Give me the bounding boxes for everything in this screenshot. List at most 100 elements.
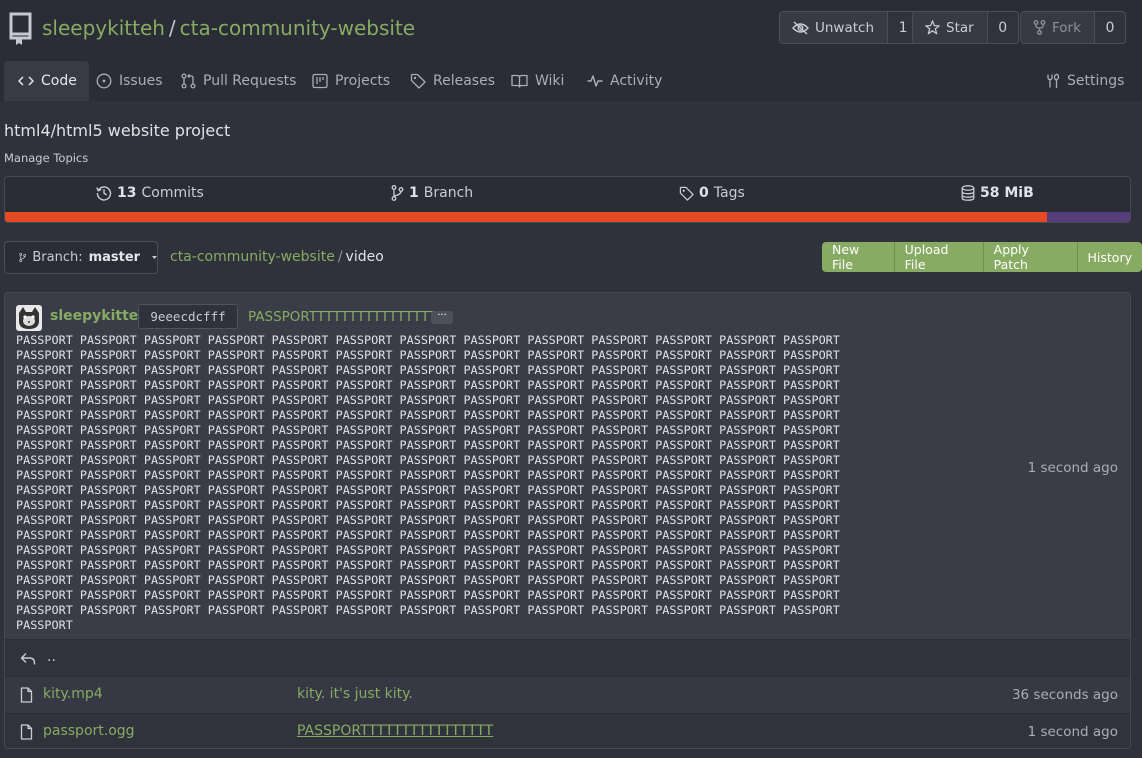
unwatch-button[interactable]: Unwatch	[780, 12, 889, 43]
fork-button[interactable]: Fork	[1021, 12, 1095, 43]
branch-selector[interactable]: Branch: master	[4, 241, 158, 274]
unwatch-label: Unwatch	[815, 19, 875, 36]
tab-activity[interactable]: Activity	[587, 61, 662, 101]
tab-issues-label: Issues	[119, 73, 163, 89]
language-segment	[1046, 212, 1130, 222]
tab-wiki-label: Wiki	[535, 73, 565, 89]
fork-label: Fork	[1052, 19, 1081, 36]
unwatch-group: Unwatch 1	[779, 11, 920, 44]
caret-down-icon	[152, 255, 157, 260]
tag-icon	[410, 73, 426, 89]
file-icon	[20, 724, 33, 740]
branch-prefix: Branch:	[32, 250, 83, 265]
book-icon	[511, 74, 528, 88]
issue-icon	[96, 73, 112, 89]
tags-stat[interactable]: 0 Tags	[679, 185, 745, 201]
tags-count: 0	[699, 185, 709, 201]
star-group: Star 0	[912, 11, 1019, 44]
tab-releases[interactable]: Releases	[410, 61, 495, 101]
avatar[interactable]	[16, 305, 42, 331]
history-icon	[96, 186, 112, 201]
pulse-icon	[587, 75, 603, 87]
file-commit-time: 36 seconds ago	[1011, 687, 1118, 703]
breadcrumb: cta-community-website / video	[170, 249, 384, 265]
star-button[interactable]: Star	[913, 12, 988, 43]
commit-author[interactable]: sleepykitteh	[50, 308, 148, 324]
tools-icon	[1047, 73, 1060, 88]
repo-title-separator: /	[168, 16, 176, 40]
pull-request-icon	[181, 73, 196, 89]
eye-slash-icon	[792, 20, 809, 35]
star-label: Star	[946, 19, 974, 36]
table-row: passport.ogg PASSPORTTTTTTTTTTTTTTTT 1 s…	[5, 713, 1130, 748]
commit-title[interactable]: PASSPORTTTTTTTTTTTTTTTT	[248, 309, 437, 325]
commits-label: Commits	[141, 185, 204, 201]
file-actions: New File Upload File Apply Patch History	[822, 242, 1142, 272]
branch-icon	[19, 253, 27, 262]
tags-label: Tags	[713, 185, 745, 201]
tab-settings-label: Settings	[1067, 73, 1125, 89]
commits-stat[interactable]: 13 Commits	[96, 185, 204, 201]
repo-title: sleepykitteh / cta-community-website	[42, 14, 415, 42]
stars-count[interactable]: 0	[987, 12, 1018, 43]
language-bar[interactable]	[5, 212, 1130, 222]
tab-pull-requests[interactable]: Pull Requests	[181, 61, 296, 101]
fork-group: Fork 0	[1020, 11, 1126, 44]
tab-code-label: Code	[41, 73, 77, 89]
tab-wiki[interactable]: Wiki	[511, 61, 564, 101]
commit-time: 1 second ago	[1027, 460, 1118, 476]
upload-file-button[interactable]: Upload File	[895, 242, 984, 272]
tab-projects-label: Projects	[335, 73, 391, 89]
file-icon	[20, 687, 33, 703]
size-stat: 58 MiB	[961, 185, 1034, 201]
forks-count[interactable]: 0	[1094, 12, 1125, 43]
tab-issues[interactable]: Issues	[96, 61, 163, 101]
repo-tabs: Code Issues Pull Requests Projects Relea…	[0, 61, 1142, 101]
manage-topics-link[interactable]: Manage Topics	[4, 151, 88, 165]
file-name-link[interactable]: kity.mp4	[43, 686, 103, 702]
project-board-icon	[312, 73, 328, 89]
parent-dir-link[interactable]: ..	[47, 649, 56, 665]
breadcrumb-current: video	[345, 249, 384, 265]
star-icon	[925, 20, 940, 35]
file-commit-message[interactable]: PASSPORTTTTTTTTTTTTTTTT	[297, 723, 493, 739]
history-button[interactable]: History	[1078, 242, 1142, 272]
tab-projects[interactable]: Projects	[312, 61, 390, 101]
apply-patch-button[interactable]: Apply Patch	[984, 242, 1078, 272]
repo-icon	[9, 12, 32, 45]
code-icon	[18, 76, 34, 86]
branches-count: 1	[409, 185, 419, 201]
commit-body: PASSPORT PASSPORT PASSPORT PASSPORT PASS…	[16, 333, 847, 632]
reply-arrow-icon	[20, 653, 36, 665]
tab-code[interactable]: Code	[4, 61, 89, 101]
new-file-button[interactable]: New File	[822, 242, 895, 272]
repo-header: sleepykitteh / cta-community-website Unwat…	[0, 0, 1142, 101]
file-commit-time: 1 second ago	[1027, 724, 1118, 740]
repo-description: html4/html5 website project	[4, 121, 231, 140]
branches-label: Branch	[423, 185, 474, 201]
breadcrumb-root[interactable]: cta-community-website	[170, 249, 335, 265]
tab-pull-requests-label: Pull Requests	[203, 73, 297, 89]
tag-icon	[679, 186, 694, 201]
database-icon	[961, 185, 975, 201]
commit-sha[interactable]: 9eeecdcfff	[138, 304, 238, 329]
tab-settings[interactable]: Settings	[1045, 61, 1124, 101]
tab-activity-label: Activity	[610, 73, 663, 89]
fork-icon	[1033, 20, 1046, 35]
repo-stats: 13 Commits 1 Branch 0 Tags 58 MiB	[4, 176, 1131, 223]
repo-owner-link[interactable]: sleepykitteh	[42, 16, 165, 40]
commits-count: 13	[117, 185, 137, 201]
file-commit-message[interactable]: kity. it's just kity.	[297, 686, 413, 702]
expand-commit-button[interactable]: ···	[431, 311, 453, 324]
table-row: kity.mp4 kity. it's just kity. 36 second…	[5, 676, 1130, 713]
repo-size: 58 MiB	[980, 185, 1034, 201]
branches-stat[interactable]: 1 Branch	[391, 185, 473, 201]
language-segment	[5, 212, 1047, 222]
repo-name-link[interactable]: cta-community-website	[180, 16, 415, 40]
tab-releases-label: Releases	[433, 73, 495, 89]
branch-name: master	[88, 250, 141, 265]
file-table: sleepykitteh 9eeecdcfff PASSPORTTTTTTTTT…	[4, 292, 1131, 749]
parent-dir-row[interactable]: ..	[5, 639, 1130, 676]
latest-commit: sleepykitteh 9eeecdcfff PASSPORTTTTTTTTT…	[5, 293, 1130, 639]
file-name-link[interactable]: passport.ogg	[43, 723, 135, 739]
